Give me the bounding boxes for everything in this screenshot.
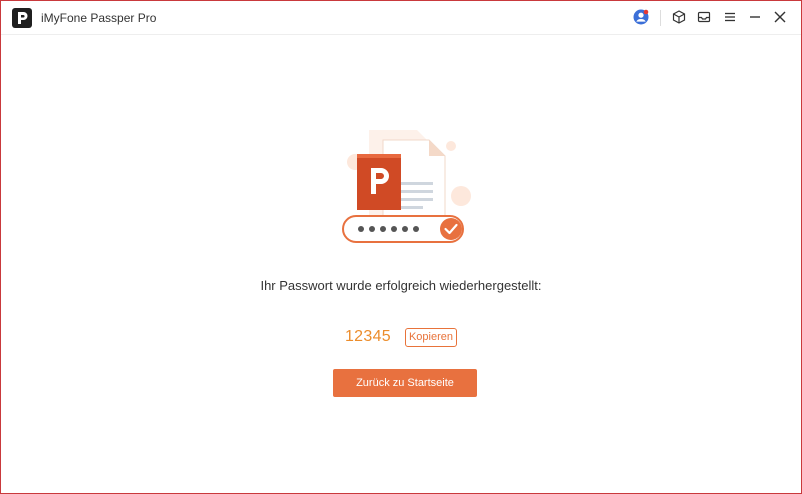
user-avatar-icon[interactable] xyxy=(633,9,649,25)
close-icon[interactable] xyxy=(772,9,788,25)
back-to-home-button[interactable]: Zurück zu Startseite xyxy=(333,369,477,397)
app-window: iMyFone Passper Pro Ihr Passwort wurde e… xyxy=(0,0,802,494)
mail-icon[interactable] xyxy=(696,9,712,25)
minimize-icon[interactable] xyxy=(747,9,763,25)
recovered-password: 12345 xyxy=(344,328,391,345)
title-separator xyxy=(660,10,661,26)
app-logo-icon xyxy=(12,8,32,28)
app-title: iMyFone Passper Pro xyxy=(41,11,157,25)
cube-icon[interactable] xyxy=(671,9,687,25)
menu-icon[interactable] xyxy=(722,9,738,25)
title-bar: iMyFone Passper Pro xyxy=(1,1,801,35)
success-message: Ihr Passwort wurde erfolgreich wiederher… xyxy=(260,278,542,293)
powerpoint-unlock-illustration xyxy=(333,124,473,252)
copy-button[interactable]: Kopieren xyxy=(404,327,458,347)
password-row: 12345 Kopieren xyxy=(1,325,801,349)
